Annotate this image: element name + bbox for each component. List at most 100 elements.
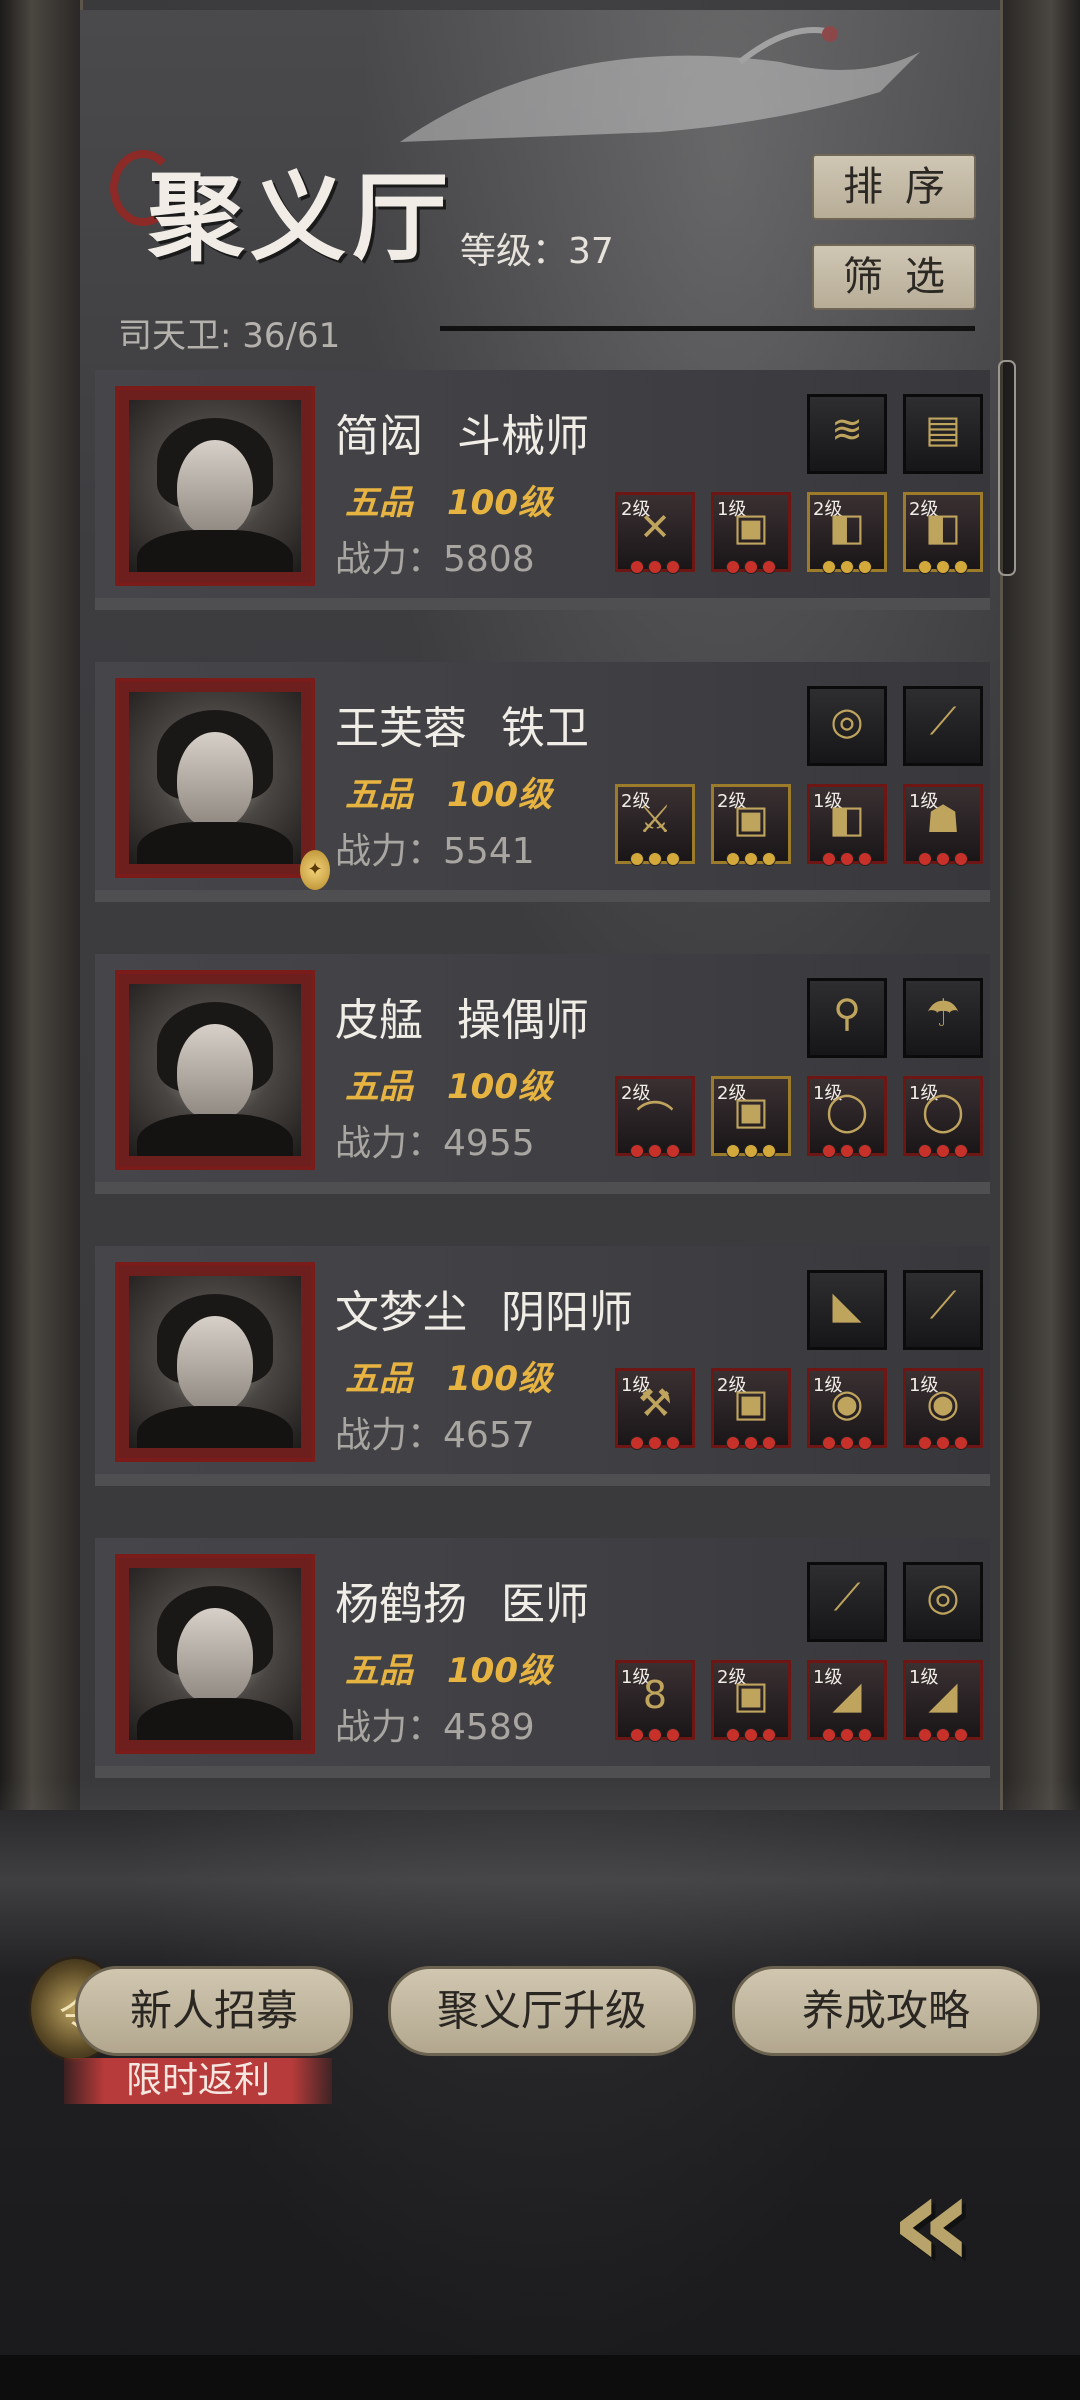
armor-icon[interactable]: 2级 ▣ [711,1660,791,1742]
member-card[interactable]: 简闳 斗械师 五品 100级 战力：5808 ≋ ▤ 2级 ✕ 1级 ▣ 2级 ◧ 2级 ◧ [95,370,990,610]
portrait-image [129,1276,301,1448]
member-rank: 五品 [345,1651,413,1691]
member-level: 100级 [447,1067,552,1107]
comb-icon[interactable]: ≋ [807,394,887,474]
member-name: 简闳 [335,411,423,462]
crossbow-icon[interactable]: 2级 ✕ [615,492,695,574]
gear-stars [714,1436,788,1453]
axe-icon[interactable]: 1级 ⚒ [615,1368,695,1450]
member-role: 铁卫 [501,703,589,754]
member-level: 100级 [447,775,552,815]
gear-stars [810,852,884,869]
scroll-frame-right [1000,0,1080,1810]
boots-icon[interactable]: 1级 ◧ [807,784,887,866]
member-portrait[interactable] [115,386,315,586]
member-power: 战力：5808 [335,530,535,582]
hall-level: 等级：37 [460,222,614,274]
scrollbar-thumb[interactable] [998,360,1016,576]
gear-stars [618,1728,692,1745]
member-card[interactable]: ✦ 王芙蓉 铁卫 五品 100级 战力：5541 ◎ ⟋ 2级 ⚔ 2级 ▣ 1级 ◧ 1级 ☗ [95,662,990,902]
chest-icon[interactable]: ▤ [903,394,983,474]
member-power-value: 4955 [443,1123,535,1164]
gear-stars [618,852,692,869]
boots-icon[interactable]: 2级 ◧ [807,492,887,574]
member-power-value: 4589 [443,1707,535,1748]
mist-overlay [0,1780,1080,1980]
member-card[interactable]: 杨鹤扬 医师 五品 100级 战力：4589 ⟋ ◎ 1级 8 2级 ▣ 1级 ◢ 1级 ◢ [95,1538,990,1778]
gourd-icon[interactable]: 1级 8 [615,1660,695,1742]
gear-stars [810,1436,884,1453]
bracelet-icon[interactable]: 1级 ◯ [807,1076,887,1158]
member-portrait[interactable] [115,678,315,878]
member-power-value: 5541 [443,831,535,872]
back-arrow-icon[interactable]: « [890,2145,974,2297]
armor-icon[interactable]: 2级 ▣ [711,784,791,866]
hairpin-icon[interactable]: ⟋ [903,686,983,766]
member-name-role: 文梦尘 阴阳师 [335,1276,633,1340]
member-portrait[interactable] [115,1554,315,1754]
mask-icon[interactable]: 1级 ☗ [903,784,983,866]
member-role: 操偶师 [457,995,589,1046]
fan-icon[interactable]: ◣ [807,1270,887,1350]
member-card[interactable]: 文梦尘 阴阳师 五品 100级 战力：4657 ◣ ⟋ 1级 ⚒ 2级 ▣ 1级 ◉ 1级 ◉ [95,1246,990,1486]
hairpin-icon[interactable]: ⟋ [807,1562,887,1642]
gear-stars [906,852,980,869]
member-name: 王芙蓉 [335,703,467,754]
armor-icon[interactable]: 1级 ▣ [711,492,791,574]
member-card[interactable]: 皮艋 操偶师 五品 100级 战力：4955 ⚲ ☂ 2级 ⌒ 2级 ▣ 1级 ◯ 1级 ◯ [95,954,990,1194]
system-bottom-bar [0,2355,1080,2400]
twin-blade-icon[interactable]: 2级 ⚔ [615,784,695,866]
member-role: 阴阳师 [501,1287,633,1338]
guard-count-value: 36/61 [242,316,341,356]
hairpin-icon[interactable]: ⟋ [903,1270,983,1350]
member-name-role: 皮艋 操偶师 [335,984,589,1048]
plate-icon[interactable]: ◎ [807,686,887,766]
gear-stars [906,1144,980,1161]
robe-icon[interactable]: 1级 ◢ [807,1660,887,1742]
bow-icon[interactable]: 2级 ⌒ [615,1076,695,1158]
hall-level-label: 等级： [460,231,569,272]
gear-stars [906,560,980,577]
member-portrait[interactable] [115,1262,315,1462]
member-level: 100级 [447,1359,552,1399]
guide-button[interactable]: 养成攻略 [732,1966,1040,2056]
filter-button[interactable]: 筛选 [812,244,976,310]
armor-icon[interactable]: 2级 ▣ [711,1076,791,1158]
rattle-icon[interactable]: ⚲ [807,978,887,1058]
list-scrollbar[interactable] [998,360,1016,1800]
pendant-icon[interactable]: 1级 ◉ [903,1368,983,1450]
pendant-icon[interactable]: 1级 ◉ [807,1368,887,1450]
portrait-image [129,1568,301,1740]
scroll-frame-left [0,0,83,1810]
armor-icon[interactable]: 2级 ▣ [711,1368,791,1450]
hall-upgrade-button[interactable]: 聚义厅升级 [388,1966,696,2056]
portrait-image [129,984,301,1156]
plate-icon[interactable]: ◎ [903,1562,983,1642]
bracelet-icon[interactable]: 1级 ◯ [903,1076,983,1158]
member-role: 斗械师 [457,411,589,462]
fungus-icon[interactable]: ☂ [903,978,983,1058]
robe-icon[interactable]: 1级 ◢ [903,1660,983,1742]
promo-ribbon[interactable]: 限时返利 [64,2058,332,2104]
member-power-label: 战力： [335,1123,444,1164]
gear-stars [618,560,692,577]
gear-stars [618,1144,692,1161]
member-power: 战力：5541 [335,822,535,874]
gear-stars [618,1436,692,1453]
portrait-image [129,692,301,864]
member-power: 战力：4955 [335,1114,535,1166]
member-name-role: 王芙蓉 铁卫 [335,692,589,756]
talisman-icon: ✦ [300,850,330,890]
member-name: 杨鹤扬 [335,1579,467,1630]
recruit-button[interactable]: 新人招募 [75,1966,353,2056]
sort-button[interactable]: 排序 [812,154,976,220]
member-role: 医师 [501,1579,589,1630]
member-portrait[interactable] [115,970,315,1170]
member-power: 战力：4589 [335,1698,535,1750]
guard-count: 司天卫: 36/61 [118,308,340,357]
gear-stars [906,1728,980,1745]
member-name: 文梦尘 [335,1287,467,1338]
member-power-label: 战力： [335,539,444,580]
member-rank: 五品 [345,1359,413,1399]
boots-icon[interactable]: 2级 ◧ [903,492,983,574]
